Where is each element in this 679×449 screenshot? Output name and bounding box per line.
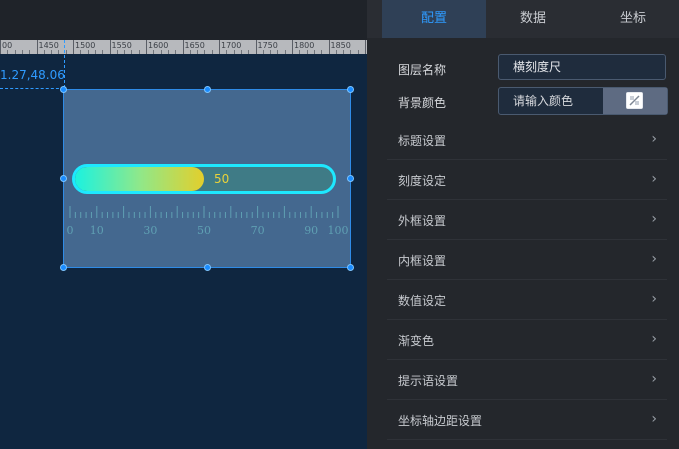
ruler-major-tick	[219, 40, 220, 54]
ruler-major-tick	[292, 40, 293, 54]
ruler-label: 00	[2, 41, 13, 50]
section-label: 标题设置	[398, 134, 447, 148]
ruler-label: 1750	[257, 41, 278, 50]
resize-handle-top[interactable]	[204, 86, 211, 93]
section-label: 提示语设置	[398, 374, 459, 388]
canvas-toolbar	[0, 0, 367, 40]
ruler-major-tick	[109, 40, 111, 54]
ruler-major-tick	[36, 40, 38, 54]
horizontal-guide-line	[0, 88, 64, 89]
section-title-settings[interactable]: 标题设置 ›	[387, 120, 667, 160]
ruler-major-tick	[0, 40, 1, 54]
chevron-right-icon: ›	[651, 251, 657, 267]
scale-tick-label: 100	[328, 224, 349, 237]
tab-data[interactable]: 数据	[481, 0, 585, 38]
config-panel: 配置 数据 坐标 图层名称 横刻度尺 背景颜色 请输入颜色 标题设置 › 刻度设定 ›…	[367, 0, 679, 449]
bg-color-label: 背景颜色	[398, 96, 447, 110]
chevron-right-icon: ›	[651, 411, 657, 427]
section-axis-margin-settings[interactable]: 坐标轴边距设置 ›	[387, 400, 667, 440]
section-value-settings[interactable]: 数值设定 ›	[387, 280, 667, 320]
ruler-major-tick	[146, 40, 147, 54]
scale-tick-label: 10	[90, 224, 104, 237]
section-inner-frame-settings[interactable]: 内框设置 ›	[387, 240, 667, 280]
ruler-major-tick	[328, 40, 330, 54]
ruler-major-tick	[255, 40, 257, 54]
scale-tick-label: 70	[251, 224, 265, 237]
layer-name-input[interactable]: 横刻度尺	[498, 54, 666, 80]
ruler-label: 1850	[330, 41, 351, 50]
section-scale-settings[interactable]: 刻度设定 ›	[387, 160, 667, 200]
ruler-label: 1800	[294, 41, 315, 50]
section-label: 渐变色	[398, 334, 435, 348]
section-label: 数值设定	[398, 294, 447, 308]
resize-handle-top-right[interactable]	[347, 86, 354, 93]
section-label: 刻度设定	[398, 174, 447, 188]
horizontal-ruler: 0014501500155016001650170017501800185019…	[0, 40, 381, 54]
section-outer-frame-settings[interactable]: 外框设置 ›	[387, 200, 667, 240]
resize-handle-bottom-left[interactable]	[60, 264, 67, 271]
layer-name-label: 图层名称	[398, 63, 447, 77]
chevron-right-icon: ›	[651, 371, 657, 387]
ruler-label: 1600	[148, 41, 169, 50]
tab-coordinates[interactable]: 坐标	[581, 0, 679, 38]
section-tooltip-settings[interactable]: 提示语设置 ›	[387, 360, 667, 400]
chevron-right-icon: ›	[651, 131, 657, 147]
chevron-right-icon: ›	[651, 331, 657, 347]
resize-handle-right[interactable]	[347, 175, 354, 182]
ruler-major-tick	[73, 40, 74, 54]
scale-tick-label: 30	[143, 224, 157, 237]
resize-handle-top-left[interactable]	[60, 86, 67, 93]
section-label: 内框设置	[398, 254, 447, 268]
coordinate-readout: 1.27,48.06	[0, 68, 65, 82]
section-label: 外框设置	[398, 214, 447, 228]
tab-config[interactable]: 配置	[382, 0, 486, 38]
color-picker-button[interactable]	[603, 88, 667, 114]
horizontal-scale-widget[interactable]: 50 0 10 30 50 70 90 100	[63, 89, 351, 268]
section-label: 坐标轴边距设置	[398, 414, 483, 428]
ruler-label: 1550	[111, 41, 132, 50]
resize-handle-left[interactable]	[60, 175, 67, 182]
resize-handle-bottom-right[interactable]	[347, 264, 354, 271]
scale-tick-label: 90	[304, 224, 318, 237]
panel-tabs: 配置 数据 坐标	[367, 0, 679, 38]
color-swatch-icon	[626, 92, 643, 109]
section-gradient-settings[interactable]: 渐变色 ›	[387, 320, 667, 360]
ruler-label: 1450	[38, 41, 59, 50]
chevron-right-icon: ›	[651, 171, 657, 187]
chevron-right-icon: ›	[651, 291, 657, 307]
chevron-right-icon: ›	[651, 211, 657, 227]
bg-color-input[interactable]: 请输入颜色	[498, 87, 668, 115]
ruler-label: 1700	[221, 41, 242, 50]
ruler-major-tick	[182, 40, 184, 54]
bg-color-placeholder: 请输入颜色	[513, 94, 574, 108]
ruler-label: 1650	[184, 41, 205, 50]
scale-tick-label: 50	[197, 224, 211, 237]
scale-axis: 0 10 30 50 70 90 100	[67, 206, 349, 237]
scale-tick-label: 0	[67, 224, 74, 237]
ruler-major-tick	[365, 40, 366, 54]
ruler-label: 1500	[75, 41, 96, 50]
resize-handle-bottom[interactable]	[204, 264, 211, 271]
